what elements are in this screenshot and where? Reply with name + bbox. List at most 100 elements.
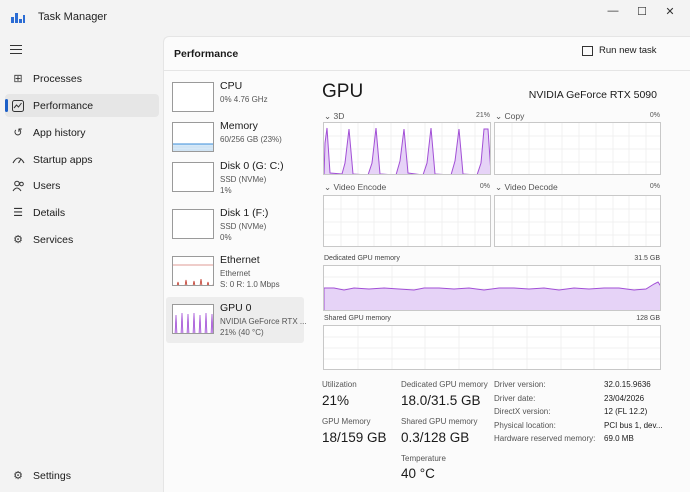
device-item-disk-1[interactable]: Disk 1 (F:) SSD (NVMe) 0%	[166, 202, 304, 248]
physical-location-value: PCI bus 1, dev...	[604, 421, 663, 430]
dedicated-memory-graph	[323, 265, 661, 311]
device-name: Memory	[220, 120, 258, 132]
shared-memory-graph	[323, 325, 661, 370]
nav-item-startup-apps[interactable]: Startup apps	[5, 148, 159, 171]
engine-video-encode-dropdown[interactable]: ⌄ Video Encode	[324, 182, 386, 193]
minimize-button[interactable]: —	[598, 3, 628, 19]
nav-item-services[interactable]: ⚙ Services	[5, 228, 159, 251]
performance-panel: Performance Run new task CPU 0% 4.76 GHz…	[163, 36, 690, 492]
page-title: Performance	[174, 48, 239, 60]
gpu-thumbnail-graph	[172, 304, 214, 334]
engine-copy-graph	[494, 122, 661, 175]
nav-item-processes[interactable]: ⊞ Processes	[5, 67, 159, 90]
nav-item-label: Users	[33, 179, 61, 192]
device-usage: 21% (40 °C)	[220, 328, 264, 337]
device-detail: SSD (NVMe)	[220, 222, 267, 231]
gpu-memory-value: 18/159 GB	[322, 430, 387, 445]
window-title: Task Manager	[38, 11, 108, 23]
device-item-gpu-0[interactable]: GPU 0 NVIDIA GeForce RTX ... 21% (40 °C)	[166, 297, 307, 343]
nav-item-label: Settings	[33, 469, 71, 482]
run-new-task-label: Run new task	[599, 45, 657, 56]
device-name: GPU 0	[220, 302, 252, 314]
device-usage: 1%	[220, 186, 232, 195]
ethernet-thumbnail-graph	[172, 256, 214, 286]
device-name: Ethernet	[220, 254, 260, 266]
history-icon: ↺	[13, 127, 23, 139]
dedicated-gpu-memory-value: 18.0/31.5 GB	[401, 393, 481, 408]
chevron-down-icon: ⌄	[495, 111, 503, 121]
nav-item-label: Performance	[33, 99, 94, 112]
disk1-thumbnail-graph	[172, 209, 214, 239]
nav-item-details[interactable]: ☰ Details	[5, 201, 159, 224]
settings-gear-icon: ⚙	[13, 470, 23, 482]
title-bar: Task Manager — ☐ ✕	[0, 0, 690, 36]
nav-item-label: Services	[33, 233, 74, 246]
device-detail: SSD (NVMe)	[220, 175, 267, 184]
close-button[interactable]: ✕	[655, 3, 685, 19]
device-name: CPU	[220, 80, 243, 92]
gpu-memory-label: GPU Memory	[322, 417, 371, 426]
nav-item-users[interactable]: Users	[5, 174, 159, 197]
startup-icon	[11, 153, 25, 167]
details-icon: ☰	[13, 207, 23, 219]
directx-version-value: 12 (FL 12.2)	[604, 407, 648, 416]
run-task-icon	[582, 45, 593, 56]
engine-pct: 0%	[649, 183, 660, 190]
nav-item-label: Details	[33, 206, 66, 219]
run-new-task-button[interactable]: Run new task	[582, 45, 657, 56]
directx-version-label: DirectX version:	[494, 407, 551, 416]
shared-gpu-memory-label: Shared GPU memory	[401, 417, 478, 426]
nav-item-label: App history	[33, 126, 86, 139]
gpu-title: GPU	[322, 81, 364, 102]
nav-item-label: Processes	[33, 72, 83, 85]
chevron-down-icon: ⌄	[495, 182, 503, 192]
processes-icon: ⊞	[13, 73, 23, 85]
utilization-value: 21%	[322, 393, 350, 408]
panel-header: Performance Run new task	[164, 37, 690, 71]
utilization-label: Utilization	[322, 380, 357, 389]
shared-memory-label: Shared GPU memory	[324, 315, 391, 322]
nav-item-performance[interactable]: Performance	[5, 94, 159, 117]
device-name: Disk 0 (G: C:)	[220, 160, 284, 172]
dedicated-gpu-memory-label: Dedicated GPU memory	[401, 380, 488, 389]
engine-pct: 0%	[479, 183, 490, 190]
hamburger-menu-icon[interactable]	[10, 44, 24, 56]
engine-label: Video Decode	[504, 182, 558, 192]
chevron-down-icon: ⌄	[324, 111, 332, 121]
disk0-thumbnail-graph	[172, 162, 214, 192]
engine-3d-dropdown[interactable]: ⌄ 3D	[324, 111, 344, 122]
task-manager-logo-icon	[11, 11, 25, 23]
engine-pct: 0%	[649, 112, 660, 119]
driver-version-label: Driver version:	[494, 380, 546, 389]
services-icon: ⚙	[13, 234, 23, 246]
device-usage: 0%	[220, 233, 232, 242]
engine-copy-dropdown[interactable]: ⌄ Copy	[495, 111, 524, 122]
engine-pct: 21%	[475, 112, 490, 119]
nav-item-app-history[interactable]: ↺ App history	[5, 121, 159, 144]
hardware-reserved-memory-value: 69.0 MB	[604, 434, 634, 443]
device-item-disk-0[interactable]: Disk 0 (G: C:) SSD (NVMe) 1%	[166, 155, 304, 201]
memory-thumbnail-graph	[172, 122, 214, 152]
device-item-ethernet[interactable]: Ethernet Ethernet S: 0 R: 1.0 Mbps	[166, 249, 304, 295]
cpu-thumbnail-graph	[172, 82, 214, 112]
driver-date-value: 23/04/2026	[604, 394, 645, 403]
nav-item-label: Startup apps	[33, 153, 93, 166]
device-detail: Ethernet	[220, 269, 251, 278]
chevron-down-icon: ⌄	[324, 182, 332, 192]
performance-icon	[11, 99, 25, 113]
device-throughput: S: 0 R: 1.0 Mbps	[220, 280, 280, 289]
hardware-reserved-memory-label: Hardware reserved memory:	[494, 434, 596, 443]
engine-label: Video Encode	[333, 182, 387, 192]
physical-location-label: Physical location:	[494, 421, 556, 430]
device-name: Disk 1 (F:)	[220, 207, 269, 219]
dedicated-memory-max: 31.5 GB	[634, 255, 660, 262]
navigation-pane: ⊞ Processes Performance ↺ App history St…	[0, 36, 163, 492]
gpu-model-name: NVIDIA GeForce RTX 5090	[528, 89, 657, 101]
engine-label: Copy	[504, 111, 525, 121]
users-icon	[11, 179, 25, 193]
engine-video-decode-dropdown[interactable]: ⌄ Video Decode	[495, 182, 558, 193]
nav-item-settings[interactable]: ⚙ Settings	[5, 464, 159, 487]
shared-memory-max: 128 GB	[636, 315, 660, 322]
driver-date-label: Driver date:	[494, 394, 536, 403]
maximize-button[interactable]: ☐	[627, 3, 657, 19]
